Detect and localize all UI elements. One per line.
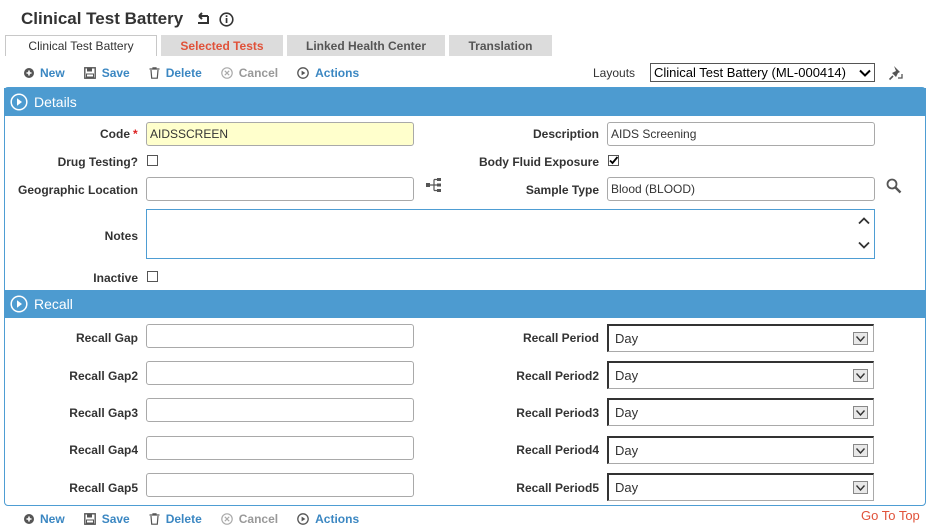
recall-period5-select[interactable]: Day [607, 473, 874, 501]
cancel-icon [220, 513, 233, 525]
recall-heading: Recall [34, 296, 73, 312]
layouts-value: Clinical Test Battery (ML-000414) [654, 65, 846, 80]
chevron-down-icon [859, 65, 871, 80]
save-button[interactable]: Save [83, 512, 130, 526]
recall-period3-label: Recall Period3 [516, 406, 599, 420]
code-label: Code [100, 127, 130, 141]
tab-translation[interactable]: Translation [449, 35, 552, 56]
hierarchy-icon[interactable] [426, 178, 442, 195]
tab-selected-tests[interactable]: Selected Tests [161, 35, 283, 56]
sample-type-label: Sample Type [525, 183, 599, 197]
delete-button[interactable]: Delete [149, 512, 202, 526]
new-button[interactable]: New [24, 66, 65, 80]
save-icon [83, 513, 96, 525]
play-circle-icon [297, 67, 309, 79]
save-button[interactable]: Save [83, 66, 130, 80]
recall-gap5-label: Recall Gap5 [69, 481, 138, 495]
description-input[interactable]: AIDS Screening [607, 122, 875, 146]
go-to-top-link[interactable]: Go To Top [861, 508, 920, 523]
recall-gap4-label: Recall Gap4 [69, 443, 138, 457]
recall-period-label: Recall Period [522, 331, 599, 345]
recall-period4-label: Recall Period4 [516, 443, 599, 457]
dropdown-arrow-icon [853, 406, 868, 419]
recall-period3-select[interactable]: Day [607, 398, 874, 426]
bottom-toolbar: New Save Delete Cancel Actions [24, 510, 378, 528]
sample-type-input[interactable]: Blood (BLOOD) [607, 177, 875, 201]
trash-icon [149, 513, 160, 525]
recall-gap-input[interactable] [146, 324, 414, 348]
details-section-header[interactable]: Details [4, 88, 926, 116]
checkmark-icon [609, 156, 619, 165]
actions-button[interactable]: Actions [297, 512, 359, 526]
undo-icon[interactable] [195, 12, 211, 26]
recall-period2-label: Recall Period2 [516, 369, 599, 383]
page-title: Clinical Test Battery [21, 9, 184, 28]
tab-clinical-test-battery[interactable]: Clinical Test Battery [5, 35, 157, 56]
details-heading: Details [34, 94, 77, 110]
body-fluid-checkbox[interactable] [608, 155, 619, 166]
dropdown-arrow-icon [853, 444, 868, 457]
play-circle-icon [297, 513, 309, 525]
cancel-button[interactable]: Cancel [220, 512, 278, 526]
scroll-up-icon[interactable] [858, 214, 870, 228]
recall-gap-label: Recall Gap [75, 331, 138, 345]
plus-icon [24, 514, 34, 524]
tab-bar: Clinical Test Battery Selected Tests Lin… [5, 35, 556, 56]
drug-testing-checkbox[interactable] [147, 155, 158, 166]
recall-period-select[interactable]: Day [607, 324, 874, 352]
code-input[interactable]: AIDSSCREEN [146, 122, 414, 146]
expand-circle-icon [10, 93, 28, 111]
inactive-checkbox[interactable] [147, 271, 158, 282]
actions-button[interactable]: Actions [297, 66, 359, 80]
delete-button[interactable]: Delete [149, 66, 202, 80]
recall-gap3-label: Recall Gap3 [69, 406, 138, 420]
geo-location-input[interactable] [146, 177, 414, 201]
inactive-label: Inactive [93, 271, 138, 285]
recall-period2-select[interactable]: Day [607, 361, 874, 389]
top-toolbar: New Save Delete Cancel Actions [24, 64, 378, 82]
required-marker: * [133, 127, 138, 141]
trash-icon [149, 67, 160, 79]
recall-period4-select[interactable]: Day [607, 436, 874, 464]
save-icon [83, 67, 96, 79]
expand-circle-icon [10, 295, 28, 313]
plus-icon [24, 68, 34, 78]
page-header: Clinical Test Battery [21, 8, 234, 30]
notes-label: Notes [104, 229, 138, 243]
tab-linked-health-center[interactable]: Linked Health Center [287, 35, 445, 56]
layouts-select[interactable]: Clinical Test Battery (ML-000414) [650, 63, 875, 82]
geo-location-label: Geographic Location [17, 183, 138, 197]
search-icon[interactable] [886, 178, 902, 197]
dropdown-arrow-icon [853, 369, 868, 382]
dropdown-arrow-icon [853, 332, 868, 345]
new-button[interactable]: New [24, 512, 65, 526]
body-fluid-label: Body Fluid Exposure [478, 155, 599, 169]
recall-section-header[interactable]: Recall [4, 290, 926, 318]
info-icon[interactable] [219, 11, 234, 27]
scroll-down-icon[interactable] [858, 238, 870, 252]
dropdown-arrow-icon [853, 481, 868, 494]
notes-textarea[interactable] [146, 209, 875, 259]
recall-gap2-label: Recall Gap2 [69, 369, 138, 383]
recall-period5-label: Recall Period5 [516, 481, 599, 495]
description-label: Description [532, 127, 599, 141]
cancel-icon [220, 67, 233, 79]
recall-gap2-input[interactable] [146, 361, 414, 385]
cancel-button[interactable]: Cancel [220, 66, 278, 80]
recall-gap5-input[interactable] [146, 473, 414, 497]
pin-icon[interactable] [888, 65, 904, 84]
drug-testing-label: Drug Testing? [57, 155, 138, 169]
layouts-label: Layouts [593, 66, 636, 80]
recall-gap3-input[interactable] [146, 398, 414, 422]
recall-gap4-input[interactable] [146, 436, 414, 460]
